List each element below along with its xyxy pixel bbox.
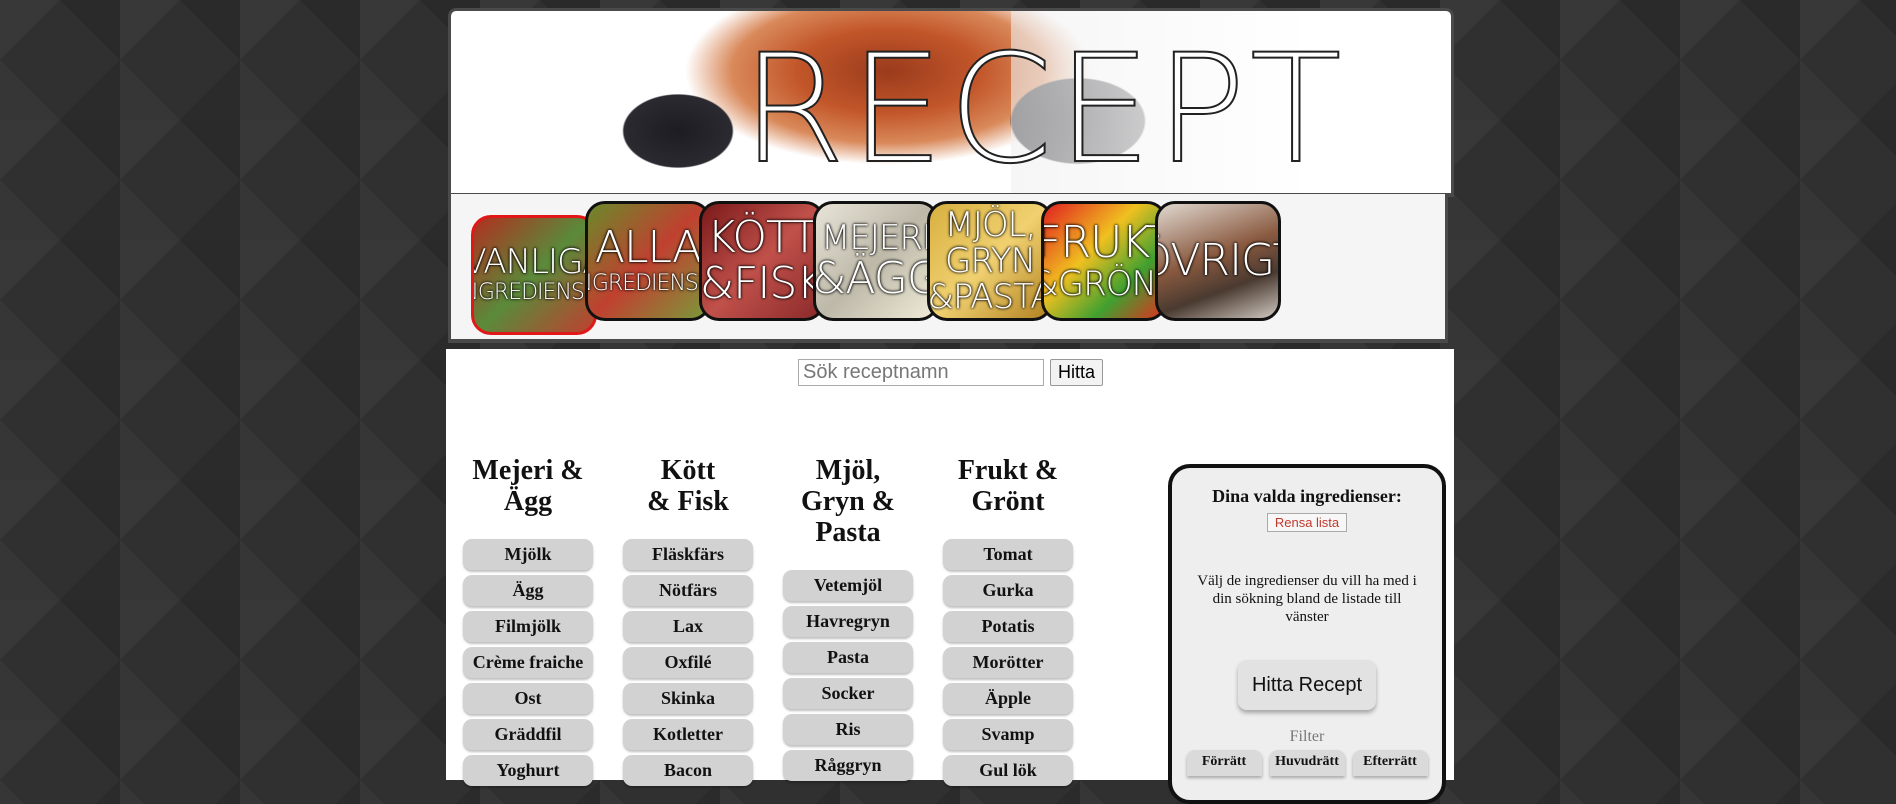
ingredient-button[interactable]: Tomat (943, 539, 1073, 570)
search-bar: Hitta (798, 359, 1104, 386)
filter-label: Filter (1289, 728, 1325, 745)
column-title: Kött & Fisk (647, 455, 729, 517)
column-mejeri-agg: Mejeri & Ägg Mjölk Ägg Filmjölk Crème fr… (458, 455, 598, 791)
ingredient-button[interactable]: Lax (623, 611, 753, 642)
filter-options: Förrätt Huvudrätt Efterrätt (1172, 750, 1442, 776)
ingredient-button[interactable]: Ris (783, 714, 913, 745)
ingredient-button[interactable]: Filmjölk (463, 611, 593, 642)
column-title: Frukt & Grönt (957, 455, 1059, 517)
site-logo[interactable]: RECEPT (740, 24, 1346, 193)
ingredient-button[interactable]: Råggryn (783, 750, 913, 781)
ingredient-button[interactable]: Potatis (943, 611, 1073, 642)
site-header: RECEPT (448, 8, 1454, 197)
ingredient-button[interactable]: Gul lök (943, 755, 1073, 786)
column-frukt-gront: Frukt & Grönt Tomat Gurka Potatis Morött… (938, 455, 1078, 791)
column-mjol-gryn-pasta: Mjöl, Gryn & Pasta Vetemjöl Havregryn Pa… (778, 455, 918, 786)
category-label-line1: MEJERI (821, 218, 932, 258)
category-label-line1: ALLA (594, 222, 702, 273)
category-label-line2: &GRÖNT (1044, 264, 1164, 304)
panel-hint: Välj de ingredienser du vill ha med i di… (1197, 573, 1417, 625)
ingredient-button[interactable]: Oxfilé (623, 647, 753, 678)
category-vanliga-ingredienser[interactable]: VANLIGA INGREDIENSER (471, 215, 597, 335)
category-alla-ingredienser[interactable]: ALLA INGREDIENSER (585, 201, 711, 321)
category-label-line2: &FISK (699, 258, 825, 309)
ingredient-button[interactable]: Vetemjöl (783, 570, 913, 601)
category-label-line1: FRUKT (1041, 217, 1167, 268)
recipe-search-input[interactable] (798, 359, 1044, 386)
ingredient-button[interactable]: Svamp (943, 719, 1073, 750)
category-label-line1: KÖTT (706, 212, 818, 263)
ingredient-button[interactable]: Gräddfil (463, 719, 593, 750)
category-label-line1: ÖVRIGT (1158, 235, 1278, 286)
main-content: Mejeri & Ägg Mjölk Ägg Filmjölk Crème fr… (446, 349, 1454, 804)
ingredient-button[interactable]: Morötter (943, 647, 1073, 678)
category-frukt-gront[interactable]: FRUKT &GRÖNT (1041, 201, 1167, 321)
ingredient-button[interactable]: Havregryn (783, 606, 913, 637)
category-mjol-gryn-pasta[interactable]: MJÖL, GRYN &PASTA (927, 201, 1053, 321)
ingredient-button[interactable]: Fläskfärs (623, 539, 753, 570)
filter-huvudratt-button[interactable]: Huvudrätt (1269, 750, 1345, 776)
ingredient-button[interactable]: Yoghurt (463, 755, 593, 786)
filter-forratt-button[interactable]: Förrätt (1186, 750, 1262, 776)
search-button[interactable]: Hitta (1050, 359, 1104, 386)
ingredient-button[interactable]: Äpple (943, 683, 1073, 714)
category-label-line2: INGREDIENSER (474, 280, 594, 305)
selected-ingredients-panel: Dina valda ingredienser: Rensa lista Väl… (1168, 464, 1446, 804)
column-kott-fisk: Kött & Fisk Fläskfärs Nötfärs Lax Oxfilé… (618, 455, 758, 791)
ingredient-button[interactable]: Mjölk (463, 539, 593, 570)
ingredient-button[interactable]: Pasta (783, 642, 913, 673)
ingredient-button[interactable]: Gurka (943, 575, 1073, 606)
ingredient-button[interactable]: Socker (783, 678, 913, 709)
ingredient-button[interactable]: Ost (463, 683, 593, 714)
category-label-line3: &PASTA (927, 277, 1053, 317)
category-label-line1: VANLIGA (474, 242, 594, 282)
find-recipe-button[interactable]: Hitta Recept (1238, 660, 1376, 710)
category-kott-fisk[interactable]: KÖTT &FISK (699, 201, 825, 321)
category-nav: VANLIGA INGREDIENSER ALLA INGREDIENSER K… (448, 194, 1448, 343)
category-label-line1: MJÖL, (944, 205, 1037, 245)
ingredient-button[interactable]: Crème fraiche (463, 647, 593, 678)
column-title: Mejeri & Ägg (472, 455, 584, 517)
ingredient-button[interactable]: Kotletter (623, 719, 753, 750)
ingredient-button[interactable]: Bacon (623, 755, 753, 786)
column-title: Mjöl, Gryn & Pasta (800, 455, 896, 548)
category-label-line2: GRYN (945, 241, 1036, 281)
category-label-line2: &ÄGG (813, 253, 939, 304)
panel-title: Dina valda ingredienser: (1212, 486, 1402, 506)
ingredient-button[interactable]: Nötfärs (623, 575, 753, 606)
clear-list-button[interactable]: Rensa lista (1266, 513, 1348, 532)
category-label-line2: INGREDIENSER (588, 271, 708, 296)
category-ovrigt[interactable]: ÖVRIGT (1155, 201, 1281, 321)
ingredient-button[interactable]: Skinka (623, 683, 753, 714)
ingredient-button[interactable]: Ägg (463, 575, 593, 606)
filter-efterratt-button[interactable]: Efterrätt (1352, 750, 1428, 776)
page: RECEPT VANLIGA INGREDIENSER ALLA INGREDI… (446, 8, 1454, 804)
category-mejeri-agg[interactable]: MEJERI &ÄGG (813, 201, 939, 321)
